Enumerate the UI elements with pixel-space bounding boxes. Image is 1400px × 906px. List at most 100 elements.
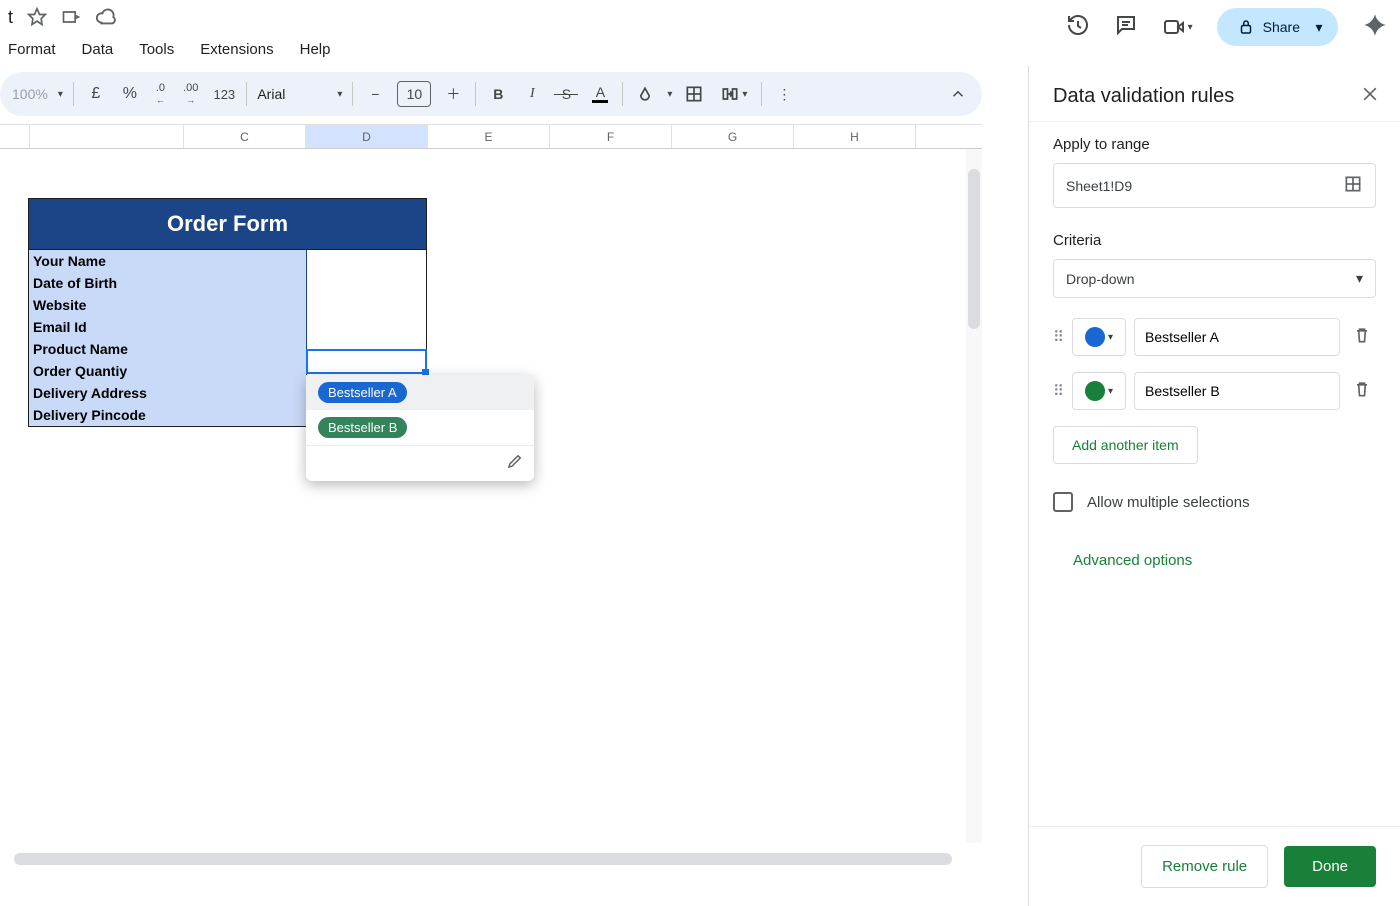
format-number-icon[interactable]: 123 bbox=[212, 87, 236, 102]
italic-icon[interactable]: I bbox=[520, 86, 544, 102]
label-address: Delivery Address bbox=[29, 382, 307, 404]
font-caret-icon[interactable]: ▾ bbox=[337, 89, 342, 100]
vertical-scrollbar[interactable] bbox=[966, 149, 982, 843]
criteria-label: Criteria bbox=[1053, 232, 1376, 249]
option-input-2[interactable] bbox=[1134, 372, 1340, 410]
close-icon[interactable] bbox=[1360, 84, 1380, 109]
apply-range-label: Apply to range bbox=[1053, 136, 1376, 153]
criteria-value: Drop-down bbox=[1066, 271, 1134, 287]
separator bbox=[246, 82, 247, 106]
drag-handle-icon[interactable]: ⠿ bbox=[1053, 328, 1064, 346]
strikethrough-icon[interactable]: S bbox=[554, 86, 578, 102]
input-dob[interactable] bbox=[307, 272, 426, 294]
input-your-name[interactable] bbox=[307, 250, 426, 272]
merge-cells-icon[interactable]: ▾ bbox=[716, 84, 751, 104]
comment-icon[interactable] bbox=[1114, 13, 1138, 42]
allow-multiple-label: Allow multiple selections bbox=[1087, 494, 1250, 511]
data-validation-panel: Data validation rules Apply to range She… bbox=[1028, 66, 1400, 906]
history-icon[interactable] bbox=[1066, 13, 1090, 42]
chevron-down-icon: ▾ bbox=[1356, 270, 1363, 287]
advanced-options-button[interactable]: Advanced options bbox=[1053, 552, 1376, 569]
fill-color-icon[interactable] bbox=[633, 84, 657, 104]
currency-icon[interactable]: £ bbox=[84, 85, 108, 103]
panel-title: Data validation rules bbox=[1053, 85, 1234, 108]
zoom-caret-icon[interactable]: ▾ bbox=[58, 89, 63, 100]
col-header-f[interactable]: F bbox=[550, 125, 672, 148]
borders-icon[interactable] bbox=[682, 84, 706, 104]
increase-font-icon[interactable]: ＋ bbox=[441, 84, 465, 104]
separator bbox=[622, 82, 623, 106]
col-header-c[interactable]: C bbox=[184, 125, 306, 148]
input-email[interactable] bbox=[307, 316, 426, 338]
col-header-e[interactable]: E bbox=[428, 125, 550, 148]
share-label: Share bbox=[1263, 19, 1300, 35]
col-header-h[interactable]: H bbox=[794, 125, 916, 148]
allow-multiple-checkbox[interactable] bbox=[1053, 492, 1073, 512]
apply-range-value: Sheet1!D9 bbox=[1066, 178, 1132, 194]
gemini-icon[interactable] bbox=[1362, 12, 1388, 43]
meet-icon[interactable]: ▾ bbox=[1162, 15, 1193, 39]
spreadsheet-grid[interactable]: C D E F G H Order Form Your Name Date of… bbox=[0, 124, 982, 869]
select-range-icon[interactable] bbox=[1343, 174, 1363, 197]
active-cell-d9[interactable] bbox=[306, 349, 427, 374]
cloud-icon[interactable] bbox=[95, 6, 117, 28]
increase-decimal-icon[interactable]: .00→ bbox=[179, 83, 202, 105]
percent-icon[interactable]: % bbox=[118, 85, 142, 103]
add-item-button[interactable]: Add another item bbox=[1053, 426, 1198, 464]
fill-caret-icon[interactable]: ▾ bbox=[667, 89, 672, 100]
input-website[interactable] bbox=[307, 294, 426, 316]
toolbar: 100% ▾ £ % .0← .00→ 123 Arial ▾ − 10 ＋ B… bbox=[0, 72, 982, 116]
label-dob: Date of Birth bbox=[29, 272, 307, 294]
remove-rule-button[interactable]: Remove rule bbox=[1141, 845, 1268, 888]
font-family[interactable]: Arial bbox=[257, 86, 327, 102]
col-header-d[interactable]: D bbox=[306, 125, 428, 148]
separator bbox=[475, 82, 476, 106]
font-size[interactable]: 10 bbox=[397, 81, 431, 107]
done-button[interactable]: Done bbox=[1284, 846, 1376, 887]
drag-handle-icon[interactable]: ⠿ bbox=[1053, 382, 1064, 400]
label-email: Email Id bbox=[29, 316, 307, 338]
menu-data[interactable]: Data bbox=[82, 41, 114, 58]
criteria-select[interactable]: Drop-down ▾ bbox=[1053, 259, 1376, 298]
active-cell-input[interactable] bbox=[311, 351, 405, 372]
label-quantity: Order Quantiy bbox=[29, 360, 307, 382]
more-icon[interactable]: ⋮ bbox=[772, 86, 796, 103]
menu-extensions[interactable]: Extensions bbox=[200, 41, 273, 58]
decrease-decimal-icon[interactable]: .0← bbox=[152, 83, 169, 105]
col-header-g[interactable]: G bbox=[672, 125, 794, 148]
chip-bestseller-b: Bestseller B bbox=[318, 417, 407, 438]
apply-range-field[interactable]: Sheet1!D9 bbox=[1053, 163, 1376, 208]
dropdown-option-1[interactable]: Bestseller A bbox=[306, 375, 534, 410]
dropdown-edit-button[interactable] bbox=[306, 445, 534, 481]
label-your-name: Your Name bbox=[29, 250, 307, 272]
doc-title-suffix[interactable]: t bbox=[8, 7, 13, 28]
share-caret-icon[interactable]: ▾ bbox=[1308, 19, 1330, 36]
menu-help[interactable]: Help bbox=[300, 41, 331, 58]
option-row-1: ⠿ ▾ bbox=[1053, 318, 1376, 356]
label-pincode: Delivery Pincode bbox=[29, 404, 307, 426]
delete-option-1-icon[interactable] bbox=[1348, 325, 1376, 349]
separator bbox=[352, 82, 353, 106]
delete-option-2-icon[interactable] bbox=[1348, 379, 1376, 403]
decrease-font-icon[interactable]: − bbox=[363, 86, 387, 102]
separator bbox=[73, 82, 74, 106]
color-select-2[interactable]: ▾ bbox=[1072, 372, 1126, 410]
option-input-1[interactable] bbox=[1134, 318, 1340, 356]
separator bbox=[761, 82, 762, 106]
order-form-title: Order Form bbox=[29, 199, 426, 250]
horizontal-scrollbar[interactable] bbox=[0, 849, 966, 869]
text-color-icon[interactable]: A bbox=[588, 85, 612, 103]
share-button[interactable]: Share ▾ bbox=[1217, 8, 1338, 46]
cell-dropdown-popup: Bestseller A Bestseller B bbox=[306, 375, 534, 481]
menu-tools[interactable]: Tools bbox=[139, 41, 174, 58]
chip-bestseller-a: Bestseller A bbox=[318, 382, 407, 403]
dropdown-option-2[interactable]: Bestseller B bbox=[306, 410, 534, 445]
bold-icon[interactable]: B bbox=[486, 86, 510, 102]
color-select-1[interactable]: ▾ bbox=[1072, 318, 1126, 356]
menu-format[interactable]: Format bbox=[8, 41, 56, 58]
collapse-toolbar-icon[interactable] bbox=[946, 85, 970, 103]
move-icon[interactable] bbox=[61, 7, 81, 27]
star-icon[interactable] bbox=[27, 7, 47, 27]
zoom-level[interactable]: 100% bbox=[12, 86, 48, 102]
top-right-actions: ▾ Share ▾ bbox=[1066, 8, 1388, 46]
